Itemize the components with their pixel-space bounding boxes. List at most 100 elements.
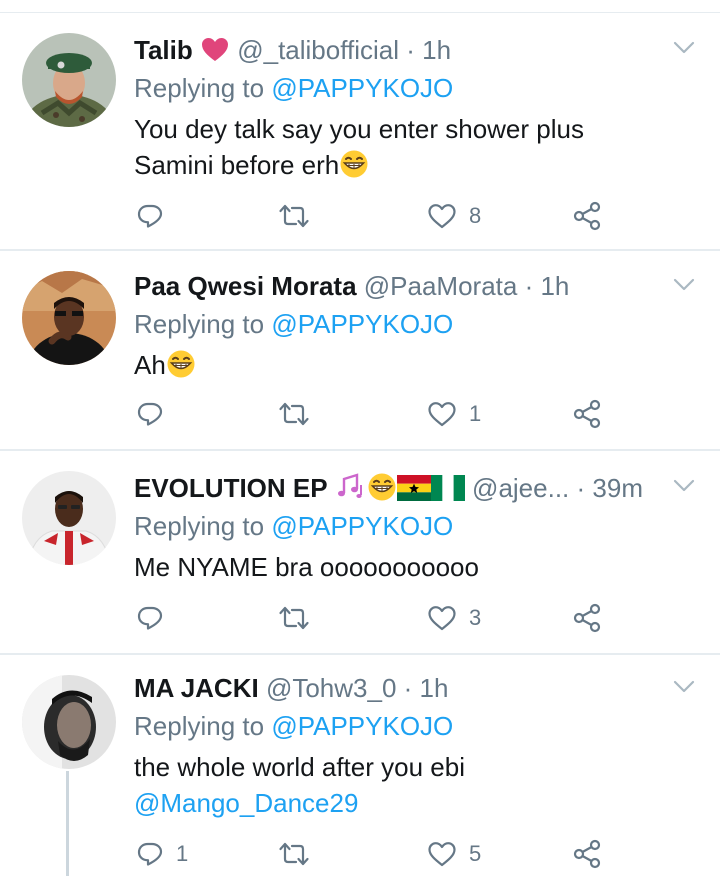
replying-to: Replying to @PAPPYKOJO <box>134 709 453 743</box>
share-button[interactable] <box>572 837 602 871</box>
chevron-down-icon[interactable] <box>672 277 696 293</box>
like-icon <box>427 202 457 230</box>
music-notes-emoji <box>335 471 367 501</box>
tweet-actions: 3 <box>0 601 720 635</box>
tweet-header: Paa Qwesi Morata @PaaMorata · 1h <box>134 269 650 303</box>
replying-to-label: Replying to <box>134 511 265 541</box>
replying-to-handle[interactable]: @PAPPYKOJO <box>271 711 453 741</box>
retweet-button[interactable] <box>278 199 322 233</box>
replying-to: Replying to @PAPPYKOJO <box>134 509 453 543</box>
tweet-text-line: the whole world after you ebi <box>134 752 465 782</box>
tweet-text-line: You dey talk say you enter shower plus <box>134 114 584 144</box>
ghana-flag-emoji <box>397 475 431 501</box>
retweet-button[interactable] <box>278 837 322 871</box>
tweet-time[interactable]: · 39m <box>577 473 643 503</box>
share-button[interactable] <box>572 601 602 635</box>
like-icon <box>427 604 457 632</box>
like-count: 1 <box>469 401 482 426</box>
tweet-header: EVOLUTION EP @ajee... · 39m <box>134 471 650 505</box>
mention-link[interactable]: @Mango_Dance29 <box>134 785 660 821</box>
like-button[interactable]: 5 <box>427 837 481 871</box>
tweet-text: Ah <box>134 347 660 383</box>
like-icon <box>427 400 457 428</box>
share-button[interactable] <box>572 199 602 233</box>
tweet-header: Talib @_talibofficial · 1h <box>134 33 650 67</box>
tweet-header: MA JACKI @Tohw3_0 · 1h <box>134 671 650 705</box>
retweet-button[interactable] <box>278 397 322 431</box>
share-icon <box>572 839 602 869</box>
chevron-down-icon[interactable] <box>672 478 696 494</box>
reply-button[interactable] <box>136 199 176 233</box>
like-button[interactable]: 8 <box>427 199 481 233</box>
tweet-time[interactable]: · 1h <box>404 673 449 703</box>
replies-feed: Talib @_talibofficial · 1h Replying to @… <box>0 0 720 876</box>
reply-icon <box>136 400 164 428</box>
tweet-text-segment: Samini before erh <box>134 150 340 180</box>
reply-icon <box>136 202 164 230</box>
like-button[interactable]: 3 <box>427 601 481 635</box>
reply-button[interactable]: 1 <box>136 837 188 871</box>
share-button[interactable] <box>572 397 602 431</box>
replying-to-label: Replying to <box>134 309 265 339</box>
reply-button[interactable] <box>136 601 176 635</box>
tweet-actions: 1 <box>0 397 720 431</box>
tweet-time[interactable]: · 1h <box>406 35 451 65</box>
like-count: 5 <box>469 841 482 866</box>
retweet-icon <box>278 840 310 868</box>
tweet[interactable]: EVOLUTION EP @ajee... · 39m Replying to … <box>0 451 720 655</box>
tweet-actions: 1 5 <box>0 837 720 871</box>
display-name[interactable]: MA JACKI <box>134 673 259 703</box>
share-icon <box>572 603 602 633</box>
tweet-actions: 8 <box>0 199 720 233</box>
replying-to-handle[interactable]: @PAPPYKOJO <box>271 511 453 541</box>
tweet-text: the whole world after you ebi @Mango_Dan… <box>134 749 660 821</box>
like-count: 8 <box>469 203 482 228</box>
like-count: 3 <box>469 605 482 630</box>
tweet[interactable]: Paa Qwesi Morata @PaaMorata · 1h Replyin… <box>0 251 720 451</box>
replying-to-label: Replying to <box>134 73 265 103</box>
retweet-icon <box>278 400 310 428</box>
tweet-text-line: Ah <box>134 347 660 383</box>
grin-emoji <box>339 149 369 179</box>
like-icon <box>427 840 457 868</box>
replying-to-label: Replying to <box>134 711 265 741</box>
user-handle[interactable]: @Tohw3_0 <box>266 673 396 703</box>
avatar[interactable] <box>22 675 116 769</box>
user-handle[interactable]: @PaaMorata <box>364 271 518 301</box>
user-handle[interactable]: @ajee... <box>472 473 569 503</box>
chevron-down-icon[interactable] <box>672 40 696 56</box>
share-icon <box>572 399 602 429</box>
replying-to: Replying to @PAPPYKOJO <box>134 71 453 105</box>
tweet[interactable]: MA JACKI @Tohw3_0 · 1h Replying to @PAPP… <box>0 655 720 876</box>
display-name[interactable]: Talib <box>134 35 193 65</box>
display-name[interactable]: EVOLUTION EP <box>134 473 328 503</box>
chevron-down-icon[interactable] <box>672 679 696 695</box>
like-button[interactable]: 1 <box>427 397 481 431</box>
reply-icon <box>136 840 164 868</box>
user-handle[interactable]: @_talibofficial <box>237 35 399 65</box>
avatar[interactable] <box>22 271 116 365</box>
retweet-icon <box>278 202 310 230</box>
tweet-time[interactable]: · 1h <box>525 271 570 301</box>
display-name[interactable]: Paa Qwesi Morata <box>134 271 357 301</box>
grin-emoji <box>367 472 397 502</box>
replying-to-handle[interactable]: @PAPPYKOJO <box>271 73 453 103</box>
share-icon <box>572 201 602 231</box>
tweet-text-segment: Ah <box>134 350 166 380</box>
tweet-text-line: Me NYAME bra ooooooooooo <box>134 552 479 582</box>
heart-emoji <box>200 35 230 63</box>
nigeria-flag-emoji <box>431 475 465 501</box>
reply-count: 1 <box>176 841 189 866</box>
replying-to-handle[interactable]: @PAPPYKOJO <box>271 309 453 339</box>
reply-icon <box>136 604 164 632</box>
tweet[interactable]: Talib @_talibofficial · 1h Replying to @… <box>0 13 720 251</box>
avatar[interactable] <box>22 471 116 565</box>
reply-button[interactable] <box>136 397 176 431</box>
retweet-icon <box>278 604 310 632</box>
retweet-button[interactable] <box>278 601 322 635</box>
avatar[interactable] <box>22 33 116 127</box>
grin-emoji <box>166 349 196 379</box>
tweet-text: Me NYAME bra ooooooooooo <box>134 549 660 585</box>
tweet-text: You dey talk say you enter shower plus S… <box>134 111 660 183</box>
replying-to: Replying to @PAPPYKOJO <box>134 307 453 341</box>
